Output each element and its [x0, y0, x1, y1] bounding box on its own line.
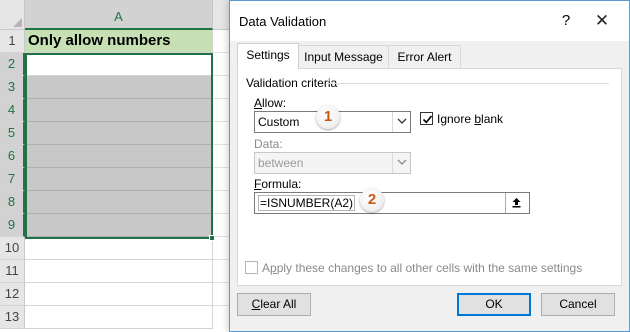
row-header-6[interactable]: 6 [0, 145, 25, 168]
data-select: between [254, 152, 411, 174]
cell-a9[interactable] [25, 214, 213, 237]
row-header-12[interactable]: 12 [0, 283, 25, 306]
step-badge-2: 2 [360, 188, 384, 212]
tab-input-message[interactable]: Input Message [298, 45, 389, 68]
row-header-10[interactable]: 10 [0, 237, 25, 260]
cell-a5[interactable] [25, 122, 213, 145]
dialog-title: Data Validation [239, 14, 327, 29]
cell-a1[interactable]: Only allow numbers [25, 30, 213, 53]
formula-value: =ISNUMBER(A2) [258, 195, 356, 211]
chevron-down-icon [392, 112, 410, 132]
validation-criteria-heading: Validation criteria [246, 76, 338, 90]
clear-all-button[interactable]: Clear All [237, 293, 311, 316]
row-header-2[interactable]: 2 [0, 53, 25, 76]
ignore-blank-label[interactable]: Ignore blank [437, 112, 503, 126]
row-header-9[interactable]: 9 [0, 214, 25, 237]
cell-a7[interactable] [25, 168, 213, 191]
cell-a3[interactable] [25, 76, 213, 99]
cell-a10[interactable] [25, 237, 213, 260]
row-header-11[interactable]: 11 [0, 260, 25, 283]
close-button[interactable]: ✕ [590, 9, 614, 33]
select-all-triangle-icon [13, 18, 22, 27]
row-header-1[interactable]: 1 [0, 30, 25, 53]
data-validation-dialog: Data Validation ? ✕ Settings Input Messa… [229, 0, 630, 332]
collapse-dialog-button[interactable] [505, 193, 527, 213]
cancel-button[interactable]: Cancel [541, 293, 615, 316]
dialog-titlebar[interactable]: Data Validation ? ✕ [230, 1, 629, 41]
formula-label: Formula: [254, 177, 302, 191]
row-header-3[interactable]: 3 [0, 76, 25, 99]
tab-settings[interactable]: Settings [237, 43, 299, 69]
cell-a4[interactable] [25, 99, 213, 122]
formula-input[interactable]: =ISNUMBER(A2) [254, 192, 530, 214]
step-badge-1: 1 [316, 105, 340, 129]
cell-a13[interactable] [25, 306, 213, 329]
data-label: Data: [254, 137, 283, 151]
ok-button[interactable]: OK [457, 293, 531, 316]
fill-handle[interactable] [209, 235, 215, 241]
tab-error-alert[interactable]: Error Alert [388, 45, 461, 68]
row-header-5[interactable]: 5 [0, 122, 25, 145]
column-header-a[interactable]: A [25, 0, 213, 30]
cell-a6[interactable] [25, 145, 213, 168]
chevron-down-icon [392, 153, 410, 173]
cell-a8[interactable] [25, 191, 213, 214]
help-button[interactable]: ? [556, 11, 576, 31]
cell-a2[interactable] [25, 53, 213, 76]
allow-label: Allow: [254, 96, 287, 110]
select-all-corner[interactable] [0, 0, 25, 30]
range-select-icon [512, 198, 521, 208]
cell-a11[interactable] [25, 260, 213, 283]
cell-a12[interactable] [25, 283, 213, 306]
row-header-13[interactable]: 13 [0, 306, 25, 329]
group-divider [327, 83, 609, 84]
ignore-blank-checkbox[interactable] [420, 112, 433, 125]
row-header-8[interactable]: 8 [0, 191, 25, 214]
allow-value: Custom [258, 115, 300, 129]
data-value: between [258, 156, 304, 170]
checkmark-icon [422, 115, 433, 124]
apply-all-checkbox [245, 261, 258, 274]
apply-all-label: Apply these changes to all other cells w… [262, 261, 583, 275]
row-header-4[interactable]: 4 [0, 99, 25, 122]
row-header-7[interactable]: 7 [0, 168, 25, 191]
